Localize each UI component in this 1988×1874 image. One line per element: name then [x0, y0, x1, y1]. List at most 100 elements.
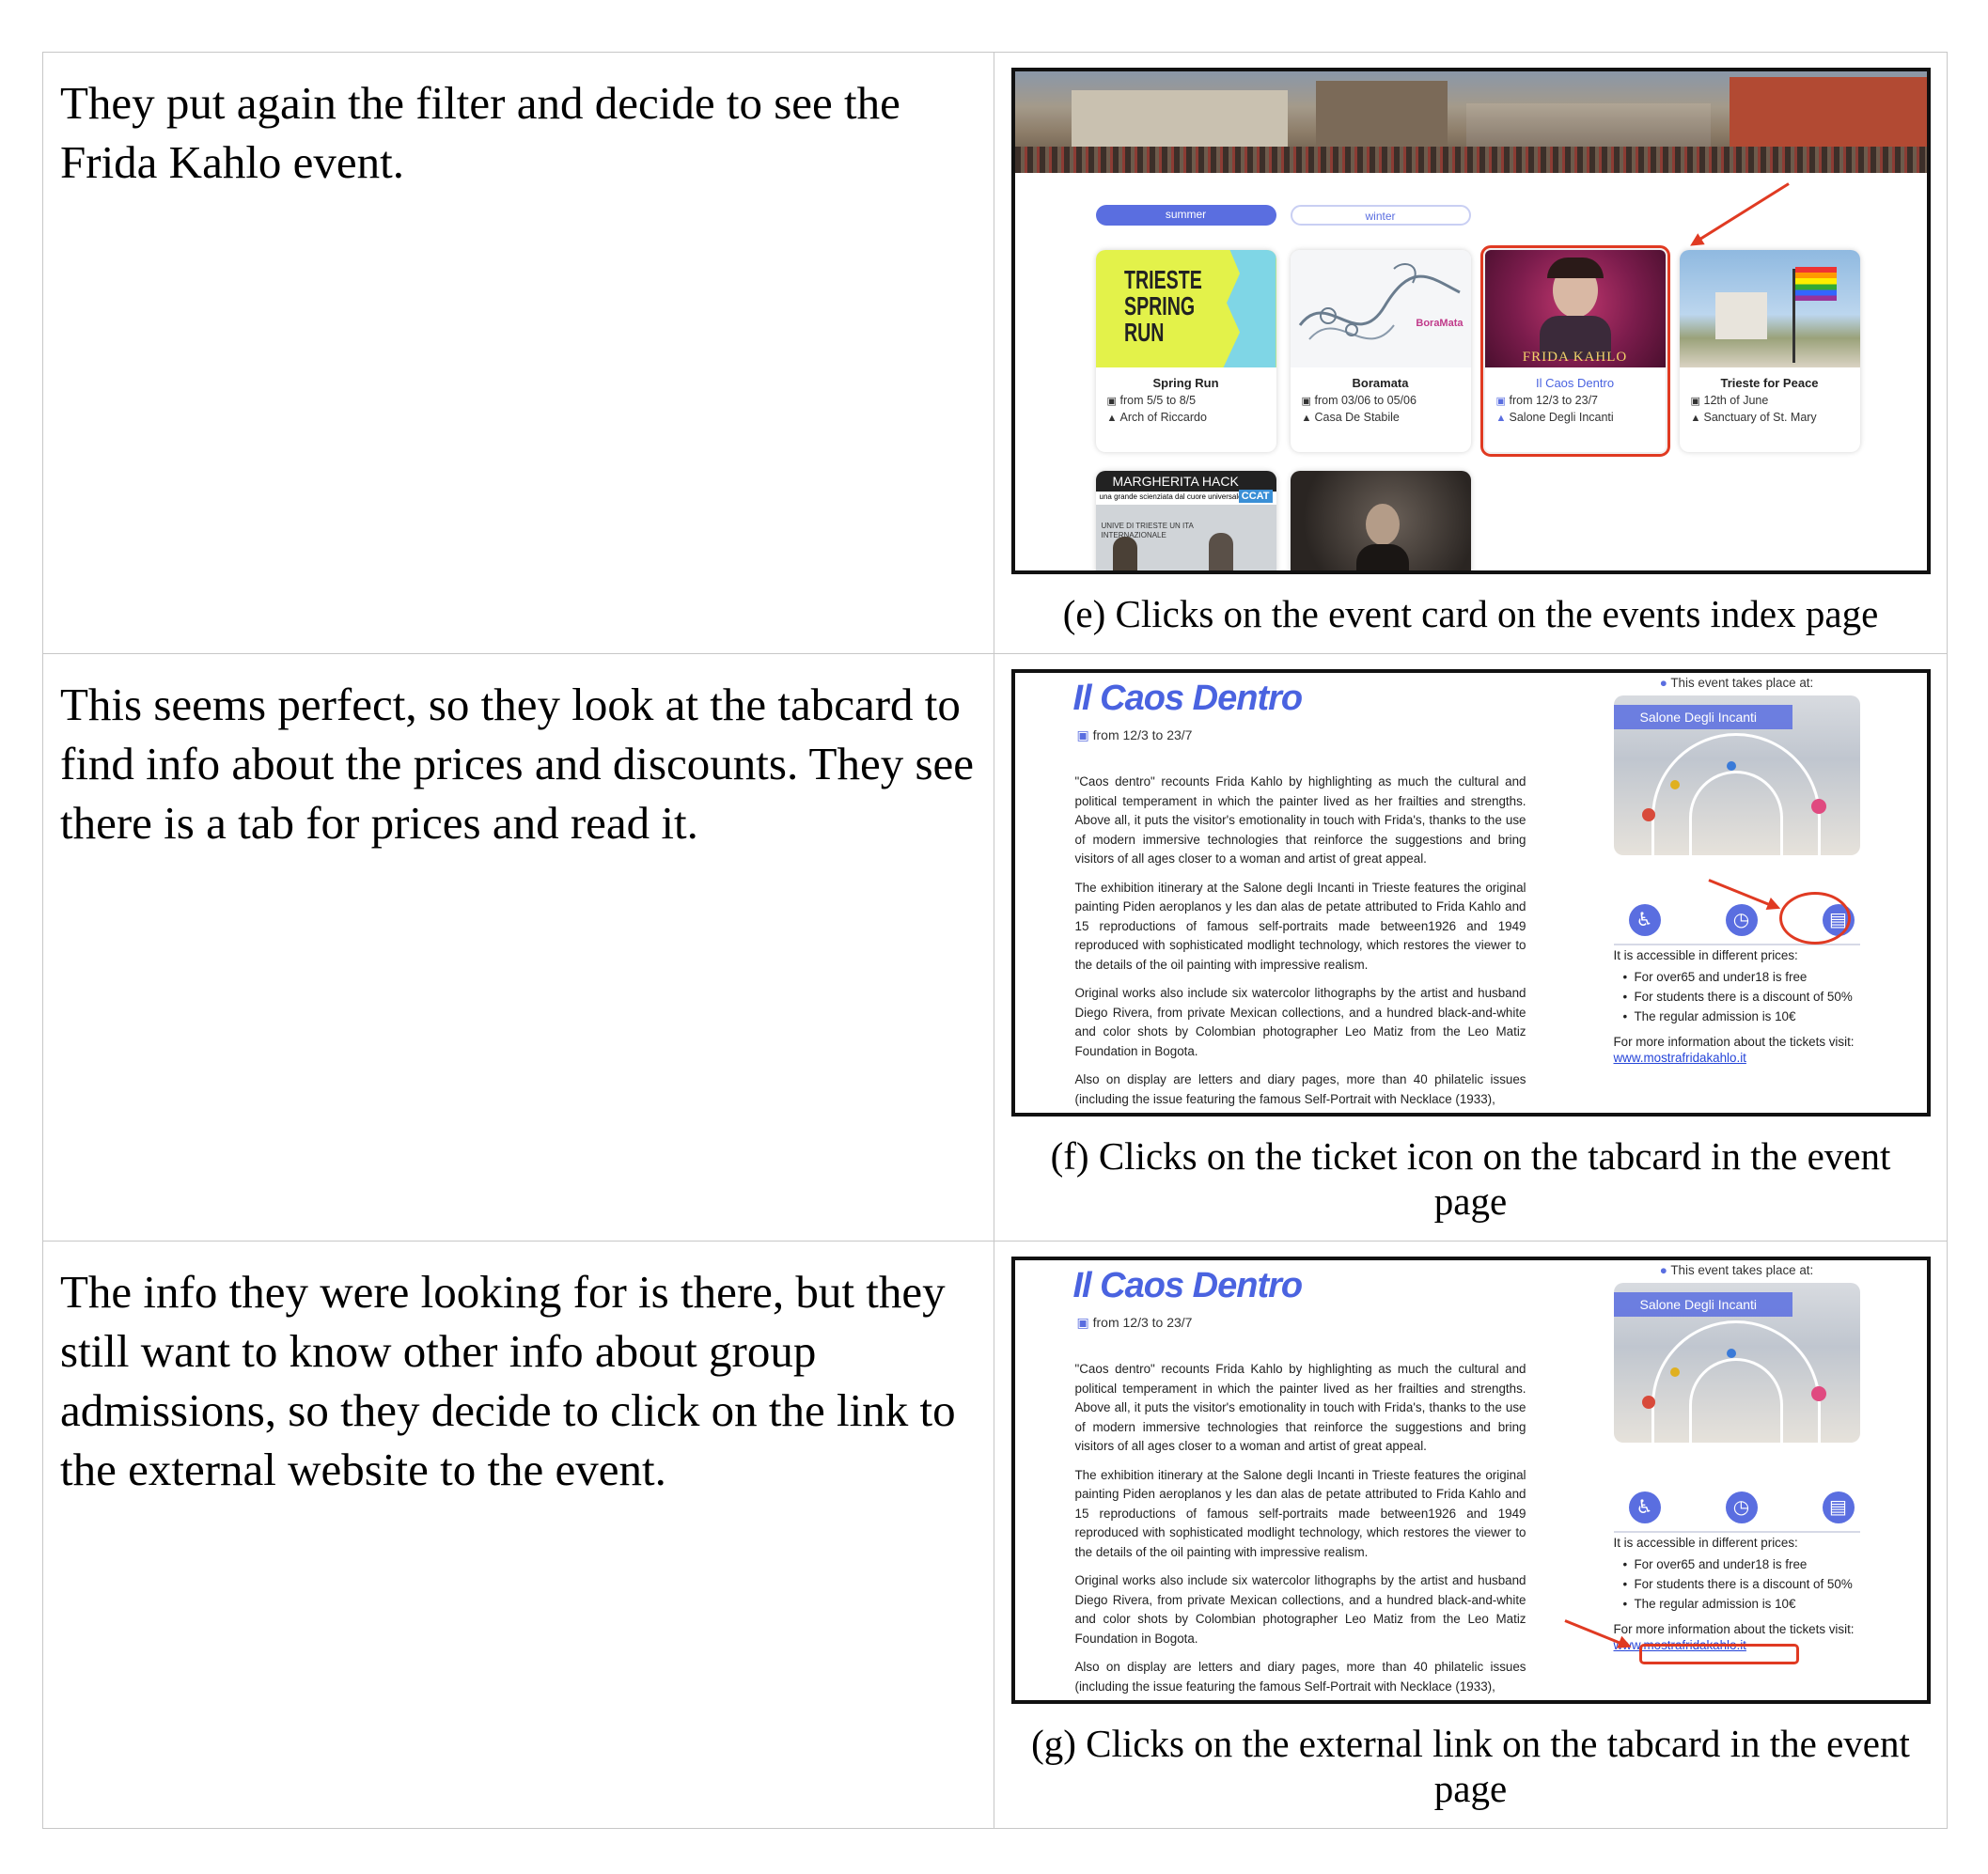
boramata-logo-text: BoraMata — [1416, 318, 1464, 329]
storyboard-table: They put again the filter and decide to … — [42, 52, 1948, 1829]
event-page-screenshot: Il Caos Dentro ▣ from 12/3 to 23/7 "Caos… — [1010, 1257, 1931, 1704]
calendar-icon: ▣ — [1076, 727, 1093, 742]
filter-summer-button[interactable]: summer — [1095, 205, 1276, 226]
frida-kahlo-image: FRIDA KAHLO — [1484, 250, 1666, 367]
venue-heading: ● This event takes place at: — [1659, 676, 1814, 690]
narrative-cell: The info they were looking for is there,… — [43, 1242, 994, 1828]
card-title: Il Caos Dentro — [1535, 376, 1615, 390]
location-icon: ▲ — [1106, 413, 1118, 424]
frida-kahlo-poster-text: FRIDA KAHLO — [1522, 350, 1628, 365]
calendar-icon: ▣ — [1690, 396, 1700, 407]
description-paragraph: Original works also include six watercol… — [1074, 986, 1526, 1058]
calendar-icon: ▣ — [1495, 396, 1506, 407]
narrative-cell: This seems perfect, so they look at the … — [43, 654, 994, 1241]
university-banner-text: UNIVE DI TRIESTE UN ITA INTERNAZIONALE — [1101, 522, 1194, 539]
filter-winter-button[interactable]: winter — [1290, 205, 1471, 226]
clock-icon[interactable]: ◷ — [1725, 904, 1758, 936]
event-title: Il Caos Dentro — [1072, 679, 1304, 718]
venue-image[interactable]: Salone Degli Incanti — [1613, 695, 1860, 855]
event-card-margherita-hack[interactable]: MARGHERITA HACK una grande scienziata da… — [1095, 471, 1276, 570]
event-date: ▣ from 12/3 to 23/7 — [1076, 1315, 1193, 1330]
price-item: The regular admission is 10€ — [1623, 1596, 1860, 1612]
trieste-peace-image — [1679, 250, 1860, 367]
ccat-logo: CCAT — [1238, 490, 1273, 503]
venue-name-tag: Salone Degli Incanti — [1613, 1292, 1792, 1317]
screenshot-cell: Il Caos Dentro ▣ from 12/3 to 23/7 "Caos… — [994, 1242, 1948, 1828]
price-list: For over65 and under18 is free For stude… — [1623, 1556, 1860, 1612]
card-place: ▲ Arch of Riccardo — [1106, 411, 1207, 424]
screenshot-cell: Il Caos Dentro ▣ from 12/3 to 23/7 "Caos… — [994, 654, 1948, 1241]
tab-divider — [1613, 1531, 1860, 1533]
events-index-screenshot: summer winter TRIESTE SPRING RUN Spring … — [1010, 68, 1931, 574]
description-paragraph: Also on display are letters and diary pa… — [1074, 1660, 1526, 1694]
venue-heading: ● This event takes place at: — [1659, 1263, 1814, 1277]
event-card-boramata[interactable]: BoraMata Boramata ▣ from 03/06 to 05/06 ▲… — [1290, 250, 1471, 452]
accessibility-icon[interactable]: ♿ — [1628, 1491, 1661, 1523]
calendar-icon: ▣ — [1301, 396, 1311, 407]
tabcard-tabs: ♿ ◷ ▤ — [1628, 1491, 1855, 1523]
price-item: For over65 and under18 is free — [1623, 1556, 1860, 1572]
accessibility-icon[interactable]: ♿ — [1628, 904, 1661, 936]
event-card-trieste-for-peace[interactable]: Trieste for Peace ▣ 12th of June ▲ Sanctua… — [1679, 250, 1860, 452]
card-title: Boramata — [1352, 376, 1409, 390]
description-paragraph: "Caos dentro" recounts Frida Kahlo by hi… — [1074, 774, 1526, 866]
prices-tab-content: It is accessible in different prices: Fo… — [1614, 1535, 1860, 1653]
narrative-cell: They put again the filter and decide to … — [43, 53, 994, 653]
description-paragraph: "Caos dentro" recounts Frida Kahlo by hi… — [1074, 1362, 1526, 1453]
screenshot-cell: summer winter TRIESTE SPRING RUN Spring … — [994, 53, 1948, 653]
calendar-icon: ▣ — [1106, 396, 1117, 407]
card-date: ▣ from 12/3 to 23/7 — [1495, 394, 1599, 407]
figure-caption: (g) Clicks on the external link on the t… — [1031, 1722, 1910, 1810]
event-description: "Caos dentro" recounts Frida Kahlo by hi… — [1074, 773, 1526, 1113]
description-paragraph: The exhibition itinerary at the Salone d… — [1074, 880, 1526, 972]
price-item: For students there is a discount of 50% — [1623, 1576, 1860, 1592]
description-paragraph: Original works also include six watercol… — [1074, 1573, 1526, 1646]
city-banner-image — [1014, 71, 1927, 173]
card-place: ▲ Casa De Stabile — [1301, 411, 1400, 424]
more-info-text: For more information about the tickets v… — [1613, 1035, 1855, 1065]
event-card-il-caos-dentro[interactable]: FRIDA KAHLO Il Caos Dentro ▣ from 12/3 to… — [1479, 245, 1670, 457]
price-item: For students there is a discount of 50% — [1623, 989, 1860, 1005]
location-icon: ▲ — [1495, 413, 1507, 424]
venue-image[interactable]: Salone Degli Incanti — [1613, 1283, 1860, 1443]
event-card-concert[interactable] — [1290, 471, 1471, 570]
card-date: ▣ from 5/5 to 8/5 — [1106, 394, 1197, 407]
clock-icon[interactable]: ◷ — [1725, 1491, 1758, 1523]
storyboard-row-f: This seems perfect, so they look at the … — [43, 654, 1948, 1242]
location-pin-icon: ● — [1659, 676, 1671, 690]
venue-name-tag: Salone Degli Incanti — [1613, 705, 1792, 729]
description-paragraph: The exhibition itinerary at the Salone d… — [1074, 1467, 1526, 1559]
spring-run-poster-text: TRIESTE SPRING RUN — [1123, 265, 1202, 347]
event-page-screenshot: Il Caos Dentro ▣ from 12/3 to 23/7 "Caos… — [1010, 669, 1931, 1117]
price-item: The regular admission is 10€ — [1623, 1008, 1860, 1024]
price-item: For over65 and under18 is free — [1623, 969, 1860, 985]
card-place: ▲ Sanctuary of St. Mary — [1690, 411, 1817, 424]
location-pin-icon: ● — [1659, 1263, 1671, 1277]
event-title: Il Caos Dentro — [1072, 1266, 1304, 1305]
calendar-icon: ▣ — [1076, 1315, 1093, 1330]
description-paragraph: Also on display are letters and diary pa… — [1074, 1072, 1526, 1106]
event-tabcard: ● This event takes place at: Salone Degl… — [1613, 673, 1860, 1065]
card-title: Spring Run — [1152, 376, 1219, 390]
price-list: For over65 and under18 is free For stude… — [1623, 969, 1860, 1024]
storyboard-row-e: They put again the filter and decide to … — [43, 53, 1948, 654]
annotation-arrow — [1691, 182, 1790, 245]
event-description: "Caos dentro" recounts Frida Kahlo by hi… — [1074, 1360, 1526, 1700]
card-date: ▣ 12th of June — [1690, 394, 1769, 407]
annotation-circle — [1778, 892, 1851, 945]
event-tabcard: ● This event takes place at: Salone Degl… — [1613, 1260, 1860, 1652]
prices-intro: It is accessible in different prices: — [1613, 948, 1798, 962]
margherita-hack-title: MARGHERITA HACK — [1095, 471, 1276, 492]
location-icon: ▲ — [1690, 413, 1701, 424]
ticket-icon[interactable]: ▤ — [1822, 1491, 1855, 1523]
figure-caption: (f) Clicks on the ticket icon on the tab… — [1050, 1134, 1891, 1223]
card-date: ▣ from 03/06 to 05/06 — [1301, 394, 1417, 407]
annotation-box — [1638, 1644, 1799, 1664]
event-card-spring-run[interactable]: TRIESTE SPRING RUN Spring Run ▣ from 5/5 … — [1095, 250, 1276, 452]
location-icon: ▲ — [1301, 413, 1312, 424]
boramata-image: BoraMata — [1290, 250, 1471, 367]
card-place: ▲ Salone Degli Incanti — [1495, 411, 1614, 424]
prices-intro: It is accessible in different prices: — [1613, 1536, 1798, 1550]
event-date: ▣ from 12/3 to 23/7 — [1076, 727, 1193, 742]
external-link[interactable]: www.mostrafridakahlo.it — [1614, 1051, 1746, 1065]
